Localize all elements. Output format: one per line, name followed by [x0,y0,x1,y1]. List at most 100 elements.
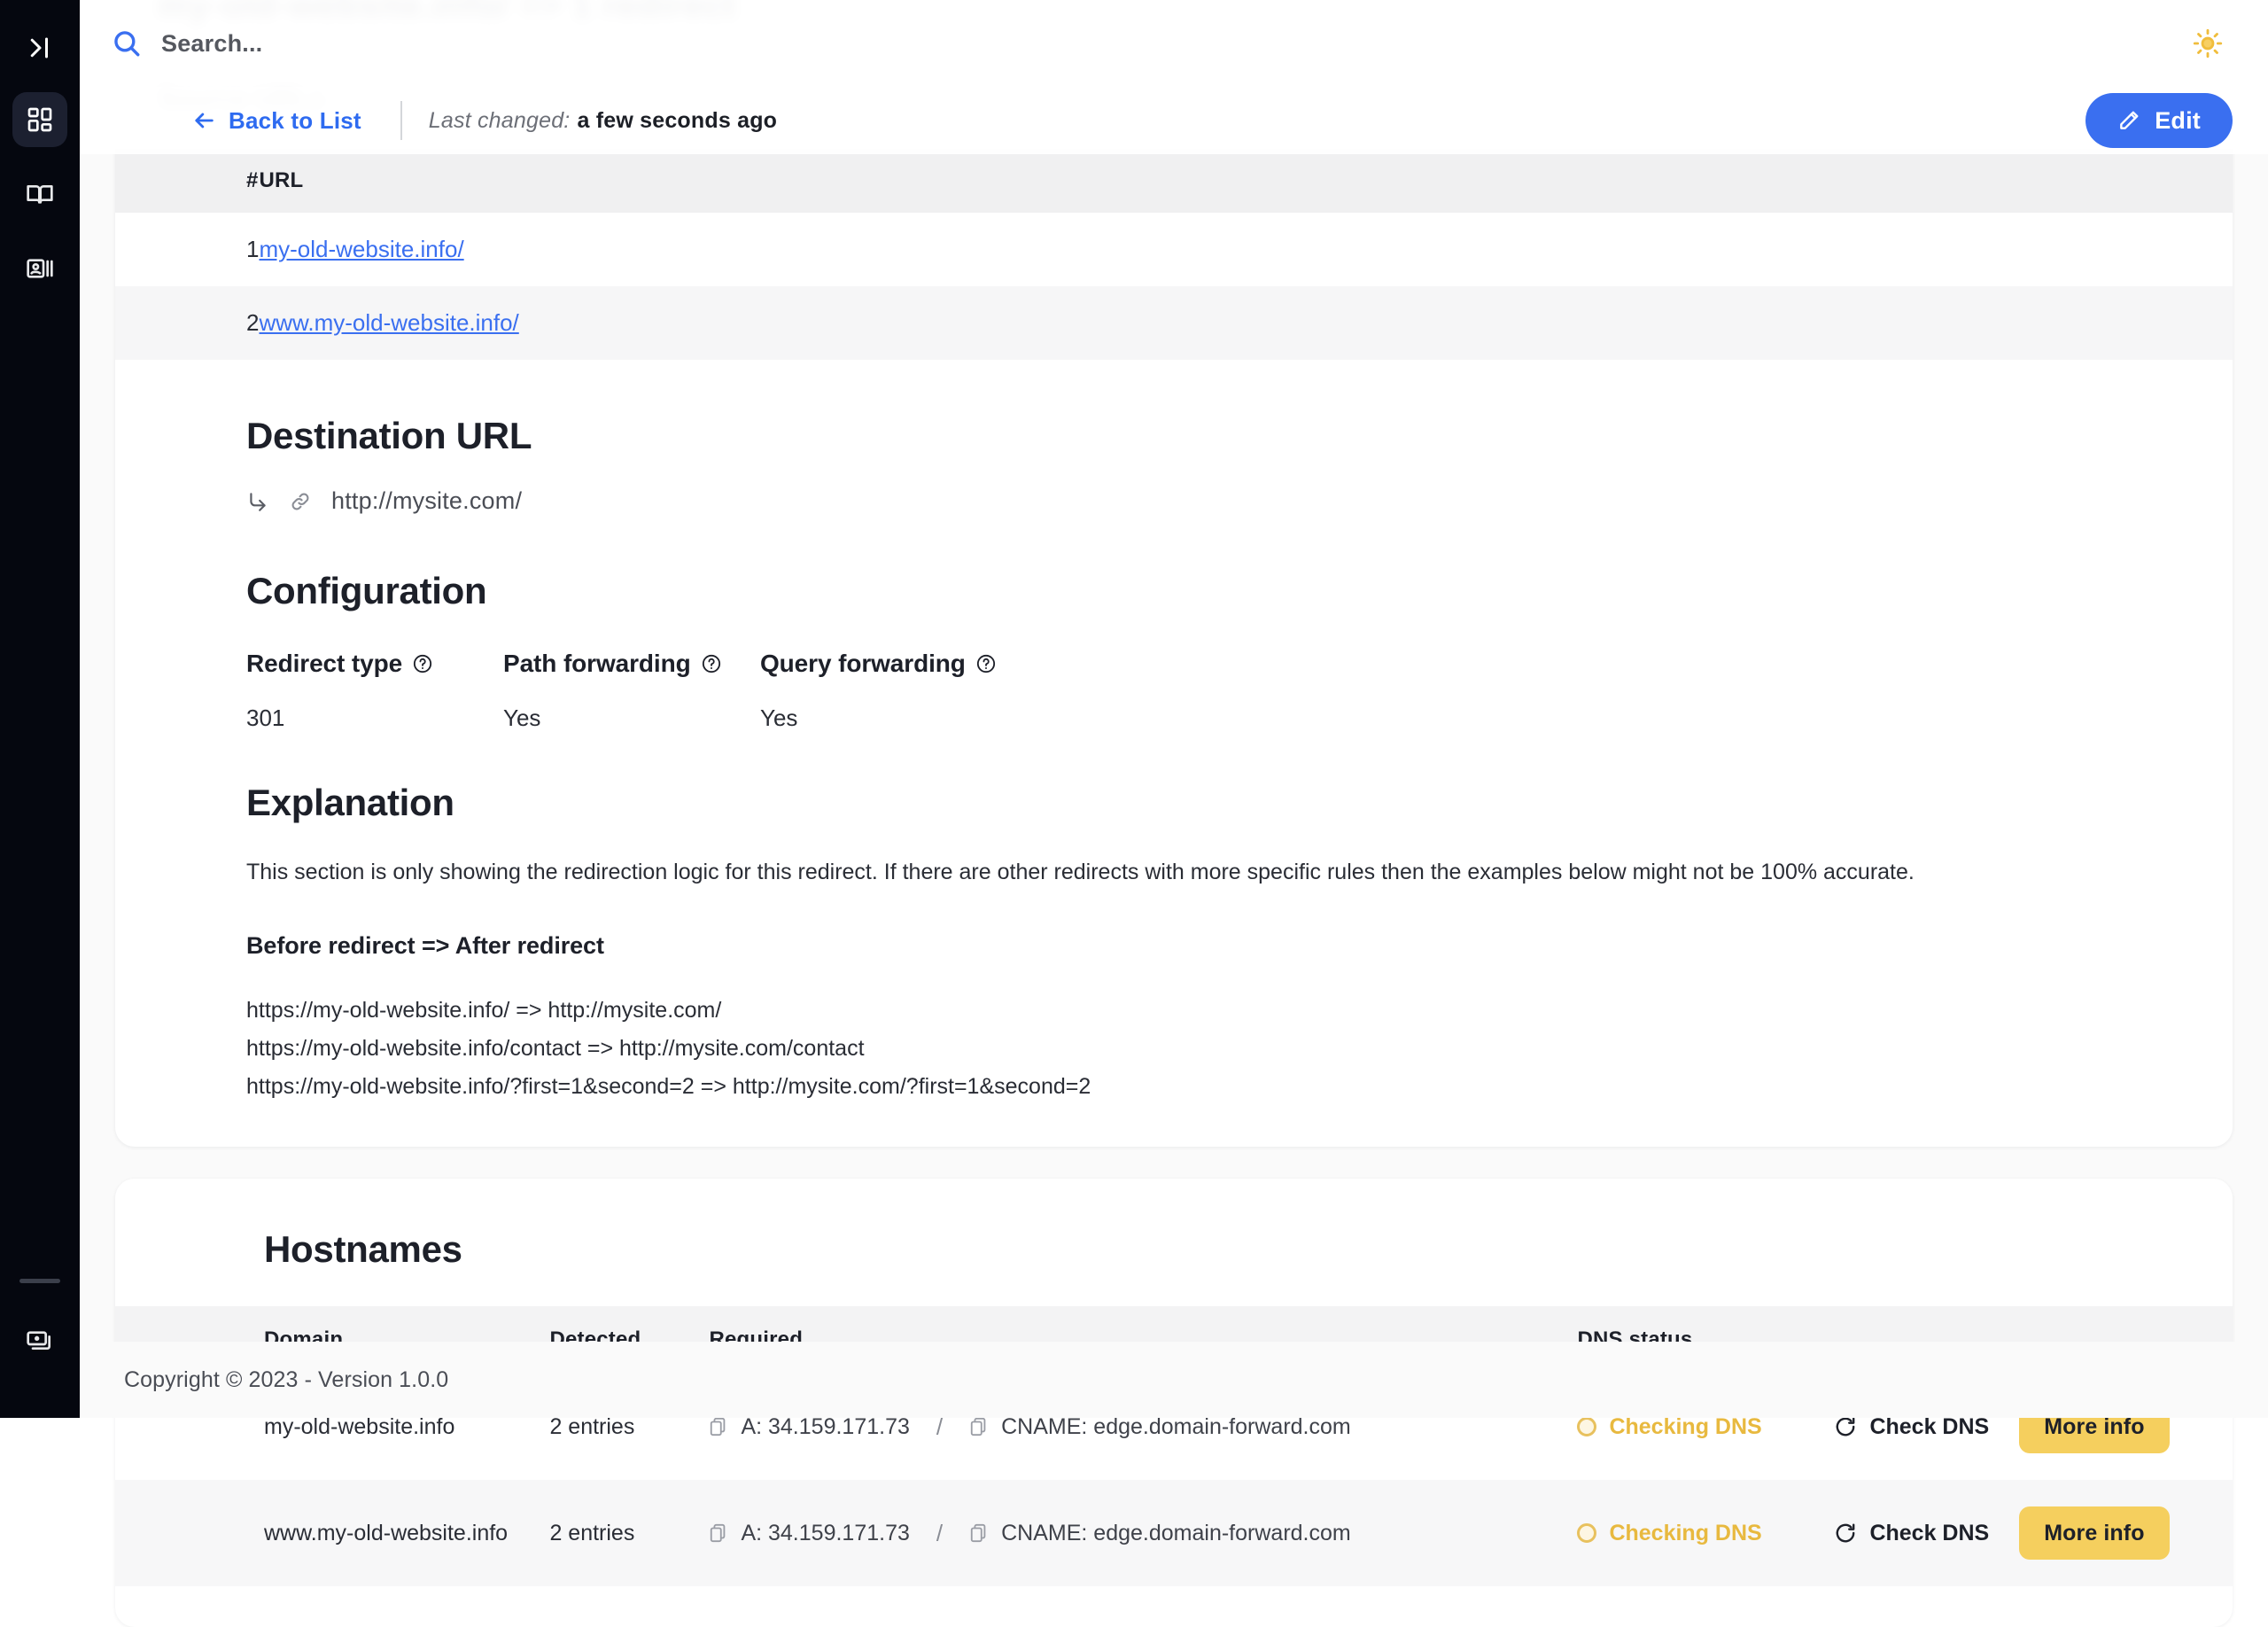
copyright-text: Copyright © 2023 - Version 1.0.0 [124,1367,448,1393]
config-label: Query forwarding [760,650,2190,678]
explanation-example: https://my-old-website.info/ => http://m… [246,992,2190,1030]
configuration-heading: Configuration [246,570,2190,612]
destination-url-value: http://mysite.com/ [331,487,522,515]
config-value: 301 [246,705,503,732]
required-a-value: A: 34.159.171.73 [741,1414,909,1440]
id-card-icon [26,254,54,283]
link-chain-icon [289,490,312,513]
last-changed: Last changed:a few seconds ago [429,108,777,134]
sun-icon [2193,28,2223,58]
dns-status-cell: Checking DNS Check DNS More info [1577,1506,2233,1560]
status-badge: Checking DNS [1577,1414,1834,1440]
status-ring-icon [1577,1523,1596,1543]
config-field-redirect-type: Redirect type 301 [246,650,503,732]
table-row: www.my-old-website.info 2 entries [115,1480,2233,1586]
pencil-icon [2117,109,2140,132]
main-content: # URL 1 my-old-website.info/ 2 www.my-ol… [80,149,2268,1418]
theme-toggle-button[interactable] [2183,19,2233,68]
source-urls-table: # URL 1 my-old-website.info/ 2 www.my-ol… [115,149,2233,360]
search-input[interactable] [161,30,693,58]
top-search-bar [80,0,2268,87]
sidebar-collapse-toggle[interactable] [15,23,65,73]
required-cname-record: CNAME: edge.domain-forward.com [969,1521,1351,1546]
back-to-list-label: Back to List [229,107,361,135]
book-open-icon [26,180,54,208]
source-url-link[interactable]: my-old-website.info/ [259,236,463,262]
check-dns-button[interactable]: Check DNS [1834,1521,1989,1546]
status-badge-label: Checking DNS [1609,1414,1761,1440]
billing-cards-icon [26,1327,54,1355]
source-urls-head: # URL [115,149,2233,213]
explanation-example: https://my-old-website.info/?first=1&sec… [246,1068,2190,1106]
action-bar: Back to List Last changed:a few seconds … [80,87,2268,154]
check-dns-button[interactable]: Check DNS [1834,1414,1989,1440]
hostname-detected: 2 entries [549,1480,709,1586]
destination-url-heading: Destination URL [246,415,2190,457]
row-index: 2 [115,286,259,360]
redirect-detail-card: # URL 1 my-old-website.info/ 2 www.my-ol… [115,149,2233,1147]
copy-icon[interactable] [969,1416,989,1437]
table-row: 2 www.my-old-website.info/ [115,286,2233,360]
config-label-text: Redirect type [246,650,402,678]
sidebar-item-account[interactable] [12,241,67,296]
sidebar-item-docs[interactable] [12,167,67,222]
dashboard-grid-icon [26,105,54,134]
config-value: Yes [503,705,760,732]
config-label-text: Query forwarding [760,650,966,678]
copy-icon[interactable] [969,1522,989,1544]
check-dns-label: Check DNS [1869,1521,1989,1546]
required-cname-value: CNAME: edge.domain-forward.com [1001,1521,1351,1546]
explanation-description: This section is only showing the redirec… [246,856,2190,888]
status-badge: Checking DNS [1577,1521,1834,1546]
sidebar-divider [19,1279,60,1283]
copy-icon[interactable] [709,1416,728,1437]
status-ring-icon [1577,1417,1596,1436]
config-label-text: Path forwarding [503,650,691,678]
help-circle-icon[interactable] [413,654,432,673]
check-dns-label: Check DNS [1869,1414,1989,1440]
help-circle-icon[interactable] [702,654,721,673]
copy-icon[interactable] [709,1522,728,1544]
refresh-icon [1834,1522,1857,1545]
status-badge-label: Checking DNS [1609,1521,1761,1546]
row-index: 1 [115,213,259,286]
hostnames-heading: Hostnames [264,1228,2233,1271]
config-value: Yes [760,705,2190,732]
configuration-grid: Redirect type 301 Path forwarding [246,650,2190,732]
last-changed-value: a few seconds ago [577,108,777,133]
explanation-heading: Explanation [246,782,2190,824]
corner-down-right-icon [246,490,269,513]
column-index: # [115,149,259,213]
sidebar [0,0,80,1418]
config-field-path-forwarding: Path forwarding Yes [503,650,760,732]
footer: Copyright © 2023 - Version 1.0.0 [80,1342,2268,1418]
back-to-list-link[interactable]: Back to List [191,107,361,135]
hostname-required: A: 34.159.171.73 / CNAME: [709,1520,1577,1547]
action-bar-separator [400,101,402,140]
destination-url-row: http://mysite.com/ [246,487,2190,515]
hostname-domain: www.my-old-website.info [115,1480,549,1586]
refresh-icon [1834,1415,1857,1438]
required-separator: / [936,1520,943,1547]
source-urls-header-row: # URL [115,149,2233,213]
collapse-rail-icon [27,35,53,61]
explanation-subheading: Before redirect => After redirect [246,932,2190,960]
required-a-value: A: 34.159.171.73 [741,1521,909,1546]
sidebar-nav [12,92,67,296]
sidebar-item-billing[interactable] [12,1313,67,1368]
table-row: 1 my-old-website.info/ [115,213,2233,286]
help-circle-icon[interactable] [976,654,996,673]
required-a-record: A: 34.159.171.73 [709,1521,909,1546]
source-url-link[interactable]: www.my-old-website.info/ [259,309,518,336]
required-a-record: A: 34.159.171.73 [709,1414,909,1440]
search-container [112,28,2183,58]
search-icon[interactable] [112,28,142,58]
edit-button[interactable]: Edit [2085,93,2233,148]
more-info-button[interactable]: More info [2019,1506,2169,1560]
last-changed-label: Last changed: [429,108,571,133]
required-cname-value: CNAME: edge.domain-forward.com [1001,1414,1351,1440]
source-urls-body: 1 my-old-website.info/ 2 www.my-old-webs… [115,213,2233,360]
sidebar-item-dashboard[interactable] [12,92,67,147]
explanation-examples: https://my-old-website.info/ => http://m… [246,992,2190,1106]
config-field-query-forwarding: Query forwarding Yes [760,650,2190,732]
